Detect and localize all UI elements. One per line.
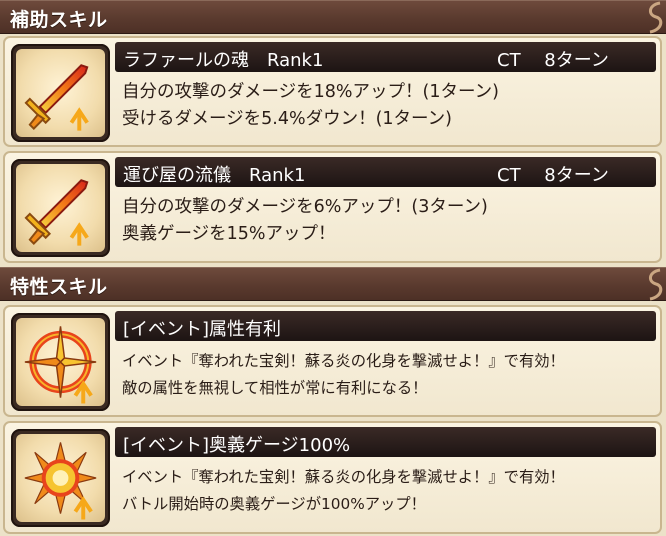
skill-title-bar: [イベント]属性有利 (115, 311, 656, 341)
skill-icon-frame (11, 159, 110, 257)
scroll-ornament-icon (649, 268, 663, 301)
skill-name: [イベント]奥義ゲージ100% (123, 435, 351, 456)
sword-icon (24, 64, 89, 131)
skill-cooldown: CT 8ターン (497, 50, 609, 71)
skill-description: イベント『奪われた宝剣！蘇る炎の化身を撃滅せよ！』で有効！ バトル開始時の奥義ゲ… (122, 464, 654, 518)
skill-cooldown: CT 8ターン (497, 165, 609, 186)
skill-name: 運び屋の流儀 Rank1 (123, 165, 306, 186)
section-header-trait: 特性スキル (0, 267, 666, 301)
skill-description-line: イベント『奪われた宝剣！蘇る炎の化身を撃滅せよ！』で有効！ (122, 468, 565, 486)
skill-description-line: 奥義ゲージを15%アップ！ (122, 224, 336, 244)
skill-icon-frame (11, 429, 110, 527)
skill-icon-frame (11, 313, 110, 411)
skill-card[interactable]: 運び屋の流儀 Rank1 CT 8ターン 自分の攻撃のダメージを6%アップ！(3… (3, 151, 662, 263)
skill-title-bar: 運び屋の流儀 Rank1 CT 8ターン (115, 157, 656, 187)
skill-description: イベント『奪われた宝剣！蘇る炎の化身を撃滅せよ！』で有効！ 敵の属性を無視して相… (122, 348, 654, 402)
skill-title-bar: [イベント]奥義ゲージ100% (115, 427, 656, 457)
skill-description-line: 自分の攻撃のダメージを6%アップ！(3ターン) (122, 197, 488, 217)
skill-card[interactable]: [イベント]属性有利 イベント『奪われた宝剣！蘇る炎の化身を撃滅せよ！』で有効！… (3, 305, 662, 417)
skill-icon-frame (11, 44, 110, 142)
skill-name: [イベント]属性有利 (123, 319, 282, 340)
section-title: 補助スキル (10, 9, 108, 31)
skill-card[interactable]: [イベント]奥義ゲージ100% イベント『奪われた宝剣！蘇る炎の化身を撃滅せよ！… (3, 421, 662, 534)
skill-card[interactable]: ラファールの魂 Rank1 CT 8ターン 自分の攻撃のダメージを18%アップ！… (3, 36, 662, 147)
skill-description-line: バトル開始時の奥義ゲージが100%アップ！ (122, 495, 426, 513)
skill-description-line: イベント『奪われた宝剣！蘇る炎の化身を撃滅せよ！』で有効！ (122, 352, 565, 370)
section-header-support: 補助スキル (0, 0, 666, 34)
skill-description: 自分の攻撃のダメージを6%アップ！(3ターン) 奥義ゲージを15%アップ！ (122, 194, 654, 248)
skill-description-line: 敵の属性を無視して相性が常に有利になる！ (122, 379, 428, 397)
sun-icon (24, 442, 97, 520)
skill-description-line: 受けるダメージを5.4%ダウン！(1ターン) (122, 109, 452, 129)
compass-icon (24, 326, 97, 404)
sword-icon (24, 179, 89, 246)
skill-description: 自分の攻撃のダメージを18%アップ！(1ターン) 受けるダメージを5.4%ダウン… (122, 79, 654, 133)
scroll-ornament-icon (649, 1, 663, 34)
skill-name: ラファールの魂 Rank1 (123, 50, 324, 71)
skill-description-line: 自分の攻撃のダメージを18%アップ！(1ターン) (122, 82, 499, 102)
skill-title-bar: ラファールの魂 Rank1 CT 8ターン (115, 42, 656, 72)
section-title: 特性スキル (10, 276, 108, 298)
